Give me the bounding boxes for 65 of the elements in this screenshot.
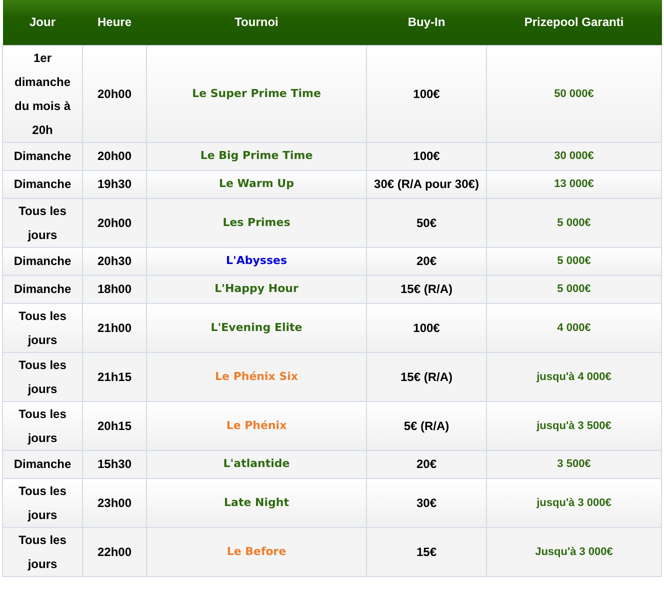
- table-cell: Tous les jours: [2, 352, 82, 401]
- prize-cell: 5 000€: [486, 198, 662, 247]
- table-cell: 30€: [366, 478, 486, 527]
- table-cell: Tous les jours: [2, 303, 82, 352]
- tournament-name: Late Night: [146, 478, 366, 527]
- tournament-name: Le Before: [146, 527, 366, 576]
- prize-cell: 4 000€: [486, 303, 662, 352]
- table-cell: 20h15: [82, 401, 146, 450]
- column-header: Heure: [82, 0, 146, 45]
- tournament-name: Le Super Prime Time: [146, 45, 366, 142]
- table-cell: 20€: [366, 450, 486, 478]
- prize-cell: jusqu'à 3 000€: [486, 478, 662, 527]
- table-cell: 20h30: [82, 247, 146, 275]
- table-cell: 22h00: [82, 527, 146, 576]
- table-cell: 20h00: [82, 198, 146, 247]
- table-cell: 100€: [366, 142, 486, 170]
- table-cell: 19h30: [82, 170, 146, 198]
- table-cell: 30€ (R/A pour 30€): [366, 170, 486, 198]
- table-cell: 18h00: [82, 275, 146, 303]
- table-cell: Dimanche: [2, 275, 82, 303]
- table-cell: 20h00: [82, 142, 146, 170]
- tournament-name: L'Evening Elite: [146, 303, 366, 352]
- table-cell: Tous les jours: [2, 478, 82, 527]
- prize-cell: 50 000€: [486, 45, 662, 142]
- column-header: Jour: [2, 0, 82, 45]
- tournament-name: Le Phénix Six: [146, 352, 366, 401]
- tournament-name: Les Primes: [146, 198, 366, 247]
- prize-cell: 3 500€: [486, 450, 662, 478]
- prize-cell: Jusqu'à 3 000€: [486, 527, 662, 576]
- table-cell: 100€: [366, 45, 486, 142]
- table-cell: Tous les jours: [2, 527, 82, 576]
- tournament-name: Le Phénix: [146, 401, 366, 450]
- prize-cell: jusqu'à 4 000€: [486, 352, 662, 401]
- column-header: Tournoi: [146, 0, 366, 45]
- tournament-name: Le Big Prime Time: [146, 142, 366, 170]
- prize-cell: 30 000€: [486, 142, 662, 170]
- table-cell: 15€: [366, 527, 486, 576]
- table-cell: Dimanche: [2, 142, 82, 170]
- table-cell: 15€ (R/A): [366, 352, 486, 401]
- table-cell: 21h00: [82, 303, 146, 352]
- table-cell: 50€: [366, 198, 486, 247]
- table-cell: Dimanche: [2, 170, 82, 198]
- table-cell: 15h30: [82, 450, 146, 478]
- table-cell: 20h00: [82, 45, 146, 142]
- table-cell: 20€: [366, 247, 486, 275]
- prize-cell: 13 000€: [486, 170, 662, 198]
- tournament-name: L'atlantide: [146, 450, 366, 478]
- tournament-name: L'Abysses: [146, 247, 366, 275]
- table-cell: 23h00: [82, 478, 146, 527]
- column-header: Buy-In: [366, 0, 486, 45]
- tournament-name: Le Warm Up: [146, 170, 366, 198]
- table-cell: Dimanche: [2, 450, 82, 478]
- table-cell: Tous les jours: [2, 401, 82, 450]
- tournament-name: L'Happy Hour: [146, 275, 366, 303]
- table-cell: 15€ (R/A): [366, 275, 486, 303]
- table-cell: 5€ (R/A): [366, 401, 486, 450]
- table-cell: 1er dimanche du mois à 20h: [2, 45, 82, 142]
- prize-cell: 5 000€: [486, 275, 662, 303]
- table-cell: Dimanche: [2, 247, 82, 275]
- prize-cell: jusqu'à 3 500€: [486, 401, 662, 450]
- prize-cell: 5 000€: [486, 247, 662, 275]
- table-cell: Tous les jours: [2, 198, 82, 247]
- column-header: Prizepool Garanti: [486, 0, 662, 45]
- table-cell: 100€: [366, 303, 486, 352]
- table-cell: 21h15: [82, 352, 146, 401]
